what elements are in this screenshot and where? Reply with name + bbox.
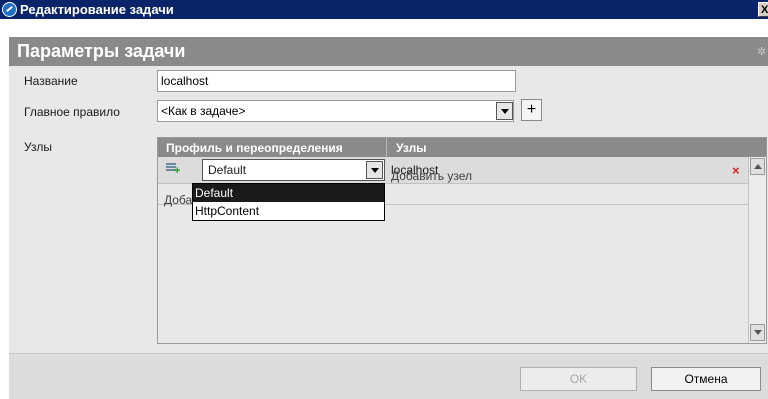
grid-header: Профиль и переопределения Узлы	[158, 138, 766, 157]
profile-dropdown-list: Default HttpContent	[192, 183, 385, 221]
name-input[interactable]: localhost	[157, 70, 516, 92]
add-list-icon[interactable]	[166, 163, 180, 176]
dialog-footer: OK Отмена	[9, 353, 768, 399]
scroll-down-icon[interactable]	[750, 324, 765, 341]
main-rule-value: <Как в задаче>	[161, 104, 246, 118]
ok-button[interactable]: OK	[520, 367, 637, 391]
page-title: Параметры задачи	[17, 41, 186, 61]
close-button[interactable]: X	[758, 2, 768, 17]
vertical-scrollbar[interactable]	[748, 157, 766, 343]
main-rule-label: Главное правило	[24, 105, 120, 119]
column-header-nodes[interactable]: Узлы	[396, 141, 427, 155]
scroll-up-icon[interactable]	[750, 158, 765, 175]
dropdown-option-httpcontent[interactable]: HttpContent	[193, 202, 384, 220]
add-node-link[interactable]: Добавить узел	[391, 169, 472, 183]
chevron-down-icon[interactable]	[366, 161, 383, 179]
chevron-down-icon[interactable]	[496, 102, 513, 120]
column-header-profile[interactable]: Профиль и переопределения	[166, 141, 343, 155]
window-titlebar: Редактирование задачи X	[0, 0, 768, 19]
profile-select[interactable]: Default	[202, 159, 385, 181]
profile-value: Default	[208, 163, 247, 177]
add-rule-button[interactable]: +	[521, 99, 542, 121]
dropdown-option-default[interactable]: Default	[193, 184, 384, 202]
cancel-button[interactable]: Отмена	[651, 367, 761, 391]
dialog-header: Параметры задачи ✲	[9, 37, 768, 66]
nodes-grid: Профиль и переопределения Узлы Default l…	[157, 137, 767, 344]
window-title: Редактирование задачи	[20, 2, 174, 17]
nodes-label: Узлы	[24, 140, 52, 154]
name-label: Название	[24, 74, 78, 88]
column-divider	[386, 138, 387, 157]
task-edit-dialog: Параметры задачи ✲ Название localhost Гл…	[9, 37, 768, 399]
settings-icon[interactable]: ✲	[757, 45, 766, 58]
delete-icon[interactable]: ×	[732, 163, 740, 178]
main-rule-select[interactable]: <Как в задаче>	[157, 100, 514, 122]
app-icon	[2, 2, 17, 17]
